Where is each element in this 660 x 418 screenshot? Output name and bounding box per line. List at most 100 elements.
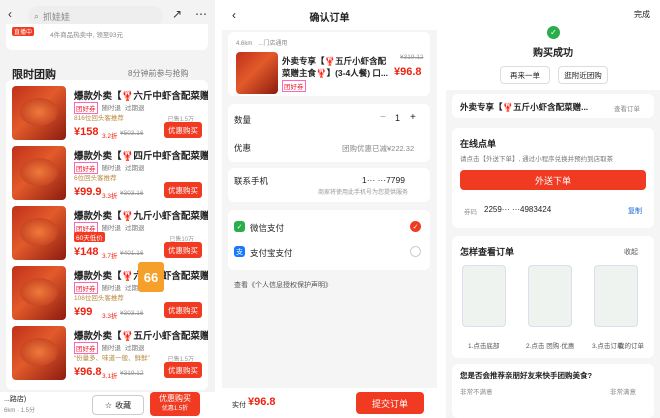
phone-note: 商家将使用此手机号为您提供服务 — [318, 190, 409, 196]
live-badge: 直播中 — [12, 27, 35, 36]
buy-button[interactable]: 优惠购买 — [164, 302, 202, 318]
item-orig-price: ¥503.16 — [120, 130, 144, 137]
radio-unchecked-icon[interactable] — [410, 246, 421, 257]
qty-label: 数量 — [234, 115, 252, 125]
wechat-pay-icon: ✓ — [234, 221, 245, 232]
item-orig-price: ¥319.12 — [120, 370, 144, 377]
collapse-button[interactable]: 收起 — [624, 247, 638, 257]
done-button[interactable]: 完成 — [634, 9, 650, 20]
item-sub: 60天低价 — [74, 232, 105, 242]
buy-button[interactable]: 优惠购买 — [164, 122, 202, 138]
bottom-buy-button[interactable]: 优惠购买 优惠1.5折 — [150, 392, 200, 416]
step-image-2 — [528, 265, 572, 327]
deal-list: 爆款外卖【🦞六斤中虾含配菜赠... 团好券 随时退 过期退 816位回头客推荐 ¥1… — [6, 80, 208, 390]
phone-label: 联系手机 — [234, 176, 269, 186]
rating-low[interactable]: 非常不满意 — [460, 386, 493, 396]
nearby-deals-button[interactable]: 逛附近团购 — [558, 66, 608, 84]
back-icon[interactable]: ‹ — [8, 7, 12, 21]
phone-value[interactable]: 1··· ···7799 — [362, 175, 405, 185]
orig-price: ¥319.12 — [400, 54, 424, 61]
store-card: 直播中 4件商品热卖中, 领至93元 — [6, 24, 208, 50]
payment-card — [228, 210, 430, 270]
viewers-note: 8分钟前参与抢购 — [128, 69, 189, 78]
discount-label: 优惠 — [234, 143, 252, 153]
item-sub: 108位回头客推荐 — [74, 295, 124, 302]
rating-high[interactable]: 非常满意 — [610, 386, 636, 396]
item-title: 爆款外卖【🦞五斤小虾含配菜赠... — [74, 331, 208, 342]
discount-value: 团购优惠已减¥222.32 — [342, 144, 415, 153]
share-icon[interactable]: ↗ — [172, 7, 182, 21]
product-title: 外卖专享【🦞五斤小虾含配菜赠主食🦞】(3-4人餐) 口... — [282, 56, 388, 78]
view-order-link[interactable]: 查看订单 — [614, 103, 640, 113]
list-item[interactable]: 爆款外卖【🦞五斤小虾含配菜赠... 团好券 随时退 过期退 “份量多、味道一般、鲜鲜… — [12, 326, 208, 384]
distance: 4.6km ...门店通用 — [236, 41, 288, 47]
survey-question: 您是否会推荐亲朋好友来快手团购美食? — [460, 371, 593, 380]
alipay-icon: 支 — [234, 246, 245, 257]
item-discount: 3.7折 — [102, 253, 118, 260]
page-title: 确认订单 — [309, 13, 350, 24]
submit-order-button[interactable]: 提交订单 — [356, 392, 424, 414]
list-item[interactable]: 爆款外卖【🦞六斤中虾含配菜赠... 团好券 随时退 过期退 816位回头客推荐 ¥1… — [12, 86, 208, 144]
confirm-order-panel: ‹ 确认订单 4.6km ...门店通用 外卖专享【🦞五斤小虾含配菜赠主食🦞】(… — [222, 0, 437, 418]
product-image — [12, 86, 66, 140]
copy-button[interactable]: 复制 — [628, 206, 642, 216]
buy-button[interactable]: 优惠购买 — [164, 182, 202, 198]
item-sub: “份量多、味道一般、鲜鲜” — [74, 355, 150, 362]
total-label: 实付 — [232, 402, 246, 409]
check-icon: ✓ — [547, 26, 560, 39]
item-title: 爆款外卖【🦞九斤小虾含配菜赠... — [74, 211, 208, 222]
item-sub: 816位回头客推荐 — [74, 115, 124, 122]
more-icon[interactable]: ⋯ — [195, 7, 207, 21]
search-input[interactable]: ⌕ 抓娃娃 — [28, 6, 163, 26]
item-discount: 3.2折 — [102, 133, 118, 140]
item-discount: 3.3折 — [102, 313, 118, 320]
product-image — [12, 266, 66, 320]
purchase-success-panel: 完成 ✓ 购买成功 再来一单 逛附近团购 外卖专享【🦞五斤小虾含配菜赠... 查… — [446, 0, 660, 418]
store-note: 4件商品热卖中, 领至93元 — [50, 32, 123, 39]
plus-button[interactable]: + — [410, 112, 416, 123]
list-item[interactable]: 爆款外卖【🦞六斤小虾含配菜赠... 团好券随时退过期退 108位回头客推荐 ¥9… — [12, 262, 208, 324]
bottom-store-name: ...路店) — [4, 396, 27, 403]
qty-value: 1 — [395, 113, 401, 123]
item-discount: 3.3折 — [102, 193, 118, 200]
radio-checked-icon[interactable]: ✓ — [410, 221, 421, 232]
item-discount: 3.1折 — [102, 373, 118, 380]
coupon-tag: 团好券 — [282, 80, 306, 92]
deliver-order-button[interactable]: 外送下单 — [460, 170, 646, 190]
search-icon: ⌕ — [34, 10, 40, 21]
star-icon: ☆ — [104, 400, 113, 410]
promo-66-badge[interactable]: 66 — [138, 262, 164, 292]
list-item[interactable]: 爆款外卖【🦞九斤小虾含配菜赠... 团好券 随时退 过期退 60天低价 ¥148 3… — [12, 206, 208, 264]
item-price: ¥148 — [74, 246, 99, 258]
product-image — [236, 52, 278, 94]
item-price: ¥158 — [74, 126, 99, 138]
store-deals-panel: ‹ ⌕ 抓娃娃 ↗ ⋯ 直播中 4件商品热卖中, 领至93元 限时团购 8分钟前… — [0, 0, 215, 418]
item-price: ¥99 — [74, 306, 93, 318]
how-to-title: 怎样查看订单 — [460, 247, 515, 257]
order-again-button[interactable]: 再来一单 — [500, 66, 550, 84]
alipay-option[interactable]: 支付宝支付 — [250, 247, 293, 259]
step-label-1: 1.点击底部 — [468, 343, 500, 350]
list-item[interactable]: 爆款外卖【🦞四斤中虾含配菜赠... 团好券 随时退 过期退 6位回头客推荐 ¥99.… — [12, 146, 208, 204]
product-image — [12, 146, 66, 200]
wechat-pay-option[interactable]: 微信支付 — [250, 222, 284, 234]
product-title: 外卖专享【🦞五斤小虾含配菜赠... — [460, 102, 589, 112]
item-orig-price: ¥303.16 — [120, 190, 144, 197]
item-title: 爆款外卖【🦞六斤中虾含配菜赠... — [74, 91, 208, 102]
code-label: 券码 — [464, 209, 477, 216]
step-label-2: 2.点击 团购·优惠 — [526, 343, 575, 350]
buy-button[interactable]: 优惠购买 — [164, 242, 202, 258]
bottom-distance: 6km · 1.5分 — [4, 408, 36, 414]
step-label-4: 我的订单 — [618, 343, 644, 350]
total-value: ¥96.8 — [248, 396, 276, 408]
product-image — [12, 206, 66, 260]
collect-button[interactable]: ☆ 收藏 — [92, 395, 144, 415]
success-title: 购买成功 — [533, 48, 573, 59]
item-orig-price: ¥401.16 — [120, 250, 144, 257]
buy-button[interactable]: 优惠购买 — [164, 362, 202, 378]
item-price: ¥99.9 — [74, 186, 102, 198]
step-image-3 — [594, 265, 638, 327]
online-order-title: 在线点单 — [460, 139, 497, 149]
minus-button[interactable]: − — [380, 112, 386, 123]
privacy-link[interactable]: 查看《个人信息授权保护声明》 — [234, 280, 332, 290]
